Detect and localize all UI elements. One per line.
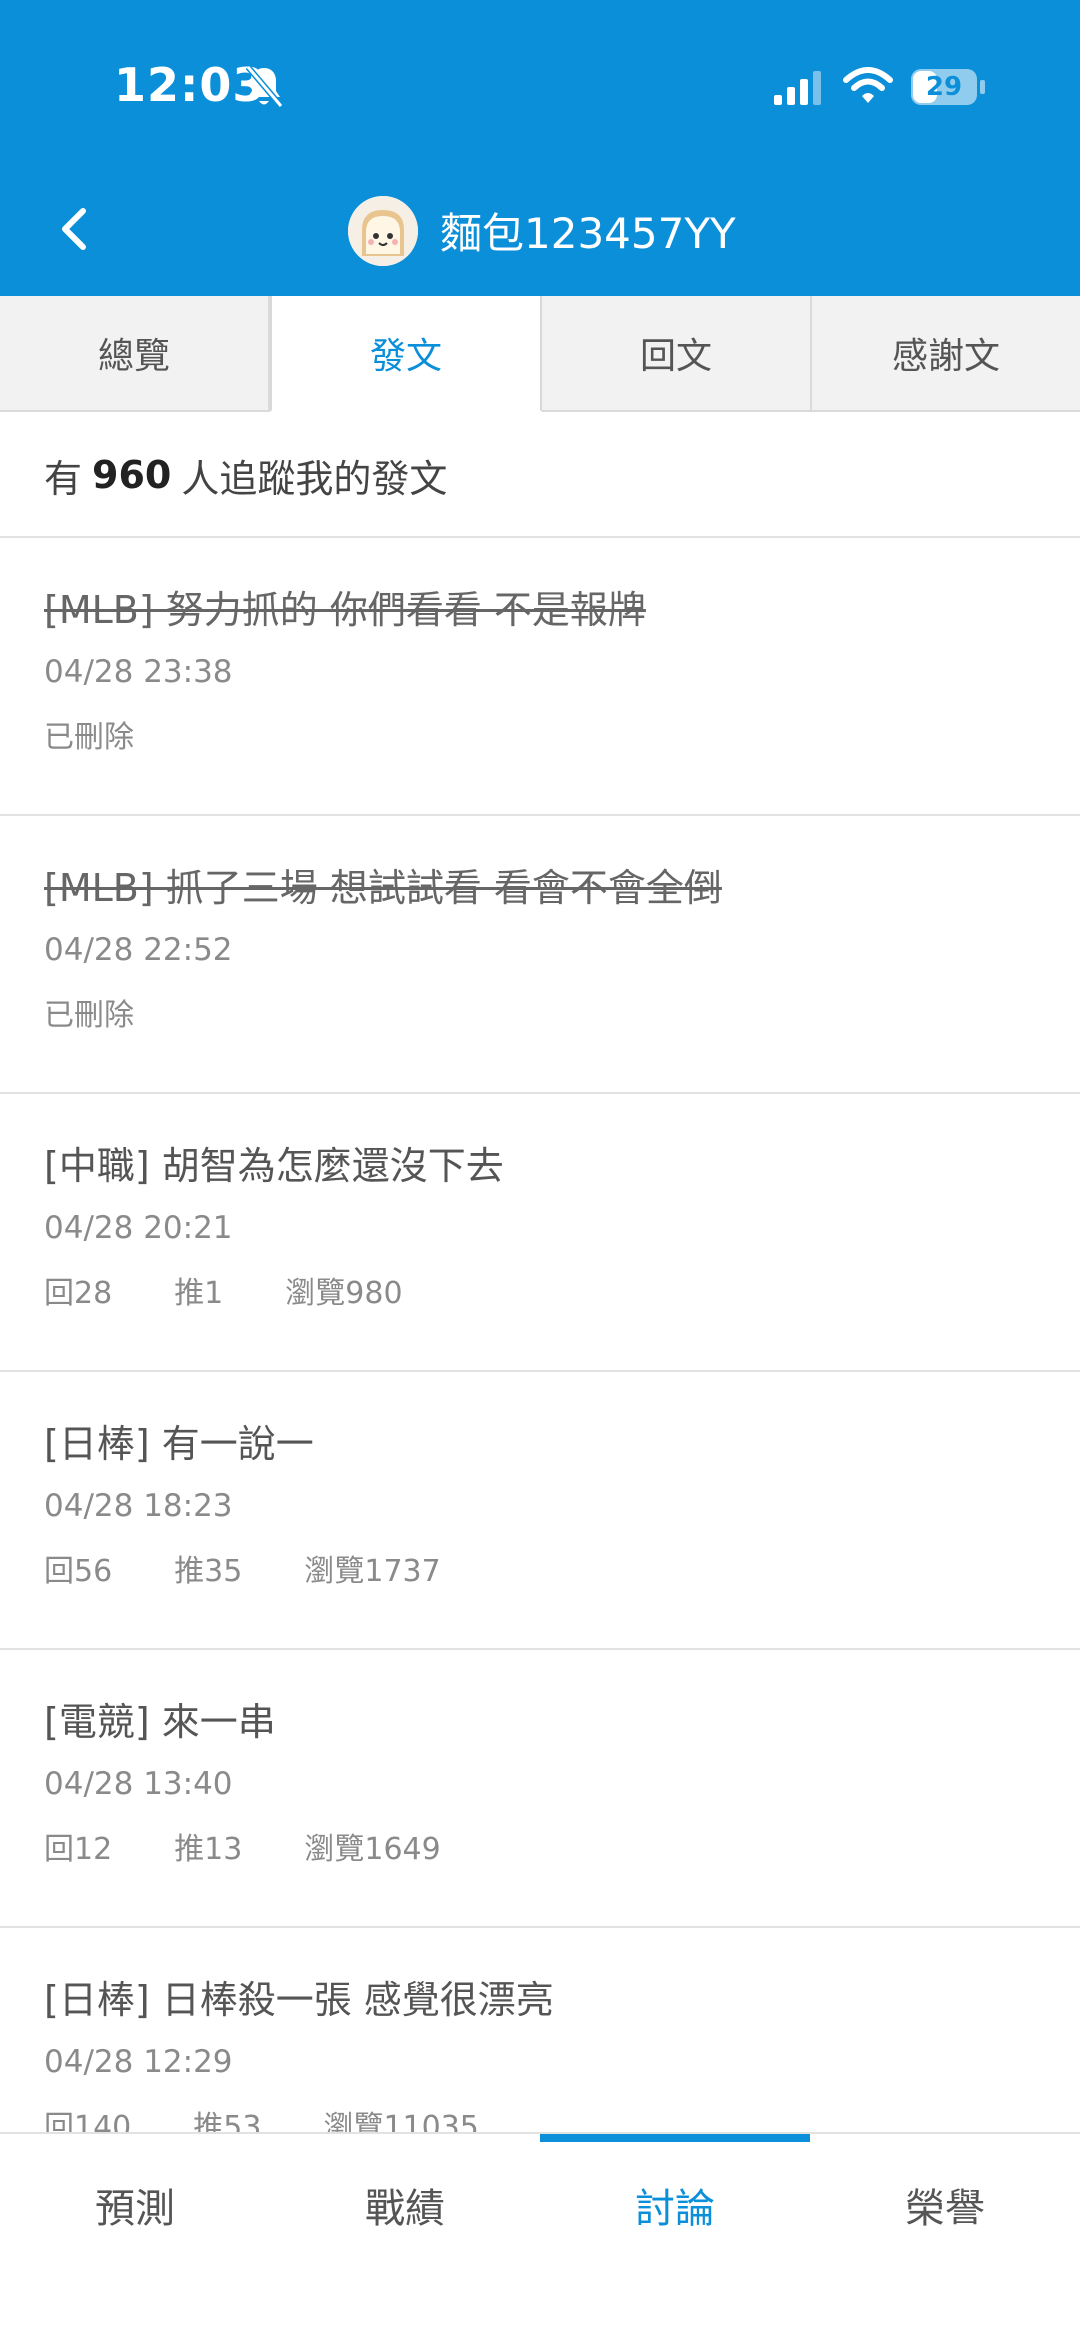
- like-count: 推35: [174, 1554, 243, 1589]
- back-chevron-icon: [62, 208, 86, 250]
- reply-count: 回140: [44, 2110, 132, 2132]
- post-date: 04/28 20:21: [44, 1210, 233, 1246]
- tab-replies[interactable]: 回文: [542, 296, 812, 410]
- battery-level: 29: [925, 72, 963, 102]
- user-name: 麵包123457YY: [440, 209, 736, 258]
- deleted-label: 已刪除: [44, 720, 134, 755]
- post-title: [MLB] 努力抓的 你們看看 不是報牌: [44, 588, 646, 632]
- list-item[interactable]: [MLB] 努力抓的 你們看看 不是報牌 04/28 23:38 已刪除: [0, 538, 1080, 816]
- post-title: [日棒] 有一說一: [44, 1422, 314, 1466]
- follower-count-row: 有 960 人追蹤我的發文: [0, 414, 1080, 538]
- post-date: 04/28 18:23: [44, 1488, 233, 1524]
- follower-count: 960: [92, 453, 172, 497]
- post-title: [中職] 胡智為怎麼還沒下去: [44, 1144, 504, 1188]
- cellular-signal-icon: [774, 71, 821, 105]
- status-time: 12:03: [114, 58, 266, 112]
- list-item[interactable]: [中職] 胡智為怎麼還沒下去 04/28 20:21 回28 推1 瀏覽980: [0, 1094, 1080, 1372]
- like-count: 推1: [174, 1276, 224, 1311]
- reply-count: 回12: [44, 1832, 113, 1867]
- bottom-nav: 預測 戰績 討論 榮譽: [0, 2132, 1080, 2348]
- post-date: 04/28 22:52: [44, 932, 233, 968]
- post-title: [MLB] 抓了三場 想試試看 看會不會全倒: [44, 866, 722, 910]
- list-item[interactable]: [日棒] 有一說一 04/28 18:23 回56 推35 瀏覽1737: [0, 1372, 1080, 1650]
- post-title: [電競] 來一串: [44, 1700, 276, 1744]
- follower-prefix: 有: [44, 456, 83, 501]
- nav-honor[interactable]: 榮譽: [810, 2134, 1080, 2266]
- post-date: 04/28 13:40: [44, 1766, 233, 1802]
- list-item[interactable]: [電競] 來一串 04/28 13:40 回12 推13 瀏覽1649: [0, 1650, 1080, 1928]
- tab-thanks[interactable]: 感謝文: [812, 296, 1080, 410]
- post-stats: 回28 推1 瀏覽980: [44, 1272, 1080, 1316]
- reply-count: 回28: [44, 1276, 113, 1311]
- post-status: 已刪除: [44, 994, 1080, 1038]
- post-status: 已刪除: [44, 716, 1080, 760]
- bell-muted-icon: [245, 65, 284, 108]
- like-count: 推13: [174, 1832, 243, 1867]
- like-count: 推53: [193, 2110, 262, 2132]
- tab-overview[interactable]: 總覽: [0, 296, 270, 410]
- avatar[interactable]: [348, 196, 418, 266]
- nav-predict[interactable]: 預測: [0, 2134, 270, 2266]
- list-item[interactable]: [日棒] 日棒殺一張 感覺很漂亮 04/28 12:29 回140 推53 瀏覽…: [0, 1928, 1080, 2132]
- view-count: 瀏覽1649: [304, 1832, 441, 1867]
- post-date: 04/28 23:38: [44, 654, 233, 690]
- status-bar: 12:03 29: [0, 0, 1080, 150]
- follower-suffix: 人追蹤我的發文: [181, 456, 448, 501]
- nav-record[interactable]: 戰績: [270, 2134, 540, 2266]
- deleted-label: 已刪除: [44, 998, 134, 1033]
- post-stats: 回56 推35 瀏覽1737: [44, 1550, 1080, 1594]
- post-date: 04/28 12:29: [44, 2044, 233, 2080]
- reply-count: 回56: [44, 1554, 113, 1589]
- nav-discussion[interactable]: 討論: [540, 2134, 810, 2266]
- bread-avatar-icon: [348, 196, 418, 266]
- profile-tabs: 總覽 發文 回文 感謝文: [0, 296, 1080, 412]
- wifi-icon: [843, 67, 893, 103]
- post-stats: 回12 推13 瀏覽1649: [44, 1828, 1080, 1872]
- view-count: 瀏覽1737: [304, 1554, 441, 1589]
- post-stats: 回140 推53 瀏覽11035: [44, 2106, 1080, 2132]
- list-item[interactable]: [MLB] 抓了三場 想試試看 看會不會全倒 04/28 22:52 已刪除: [0, 816, 1080, 1094]
- view-count: 瀏覽11035: [323, 2110, 479, 2132]
- tab-posts[interactable]: 發文: [270, 296, 542, 412]
- app-header: 12:03 29 麵包123457YY: [0, 0, 1080, 296]
- post-title: [日棒] 日棒殺一張 感覺很漂亮: [44, 1978, 554, 2022]
- post-list: [MLB] 努力抓的 你們看看 不是報牌 04/28 23:38 已刪除 [ML…: [0, 538, 1080, 2132]
- view-count: 瀏覽980: [285, 1276, 403, 1311]
- back-button[interactable]: [44, 196, 104, 262]
